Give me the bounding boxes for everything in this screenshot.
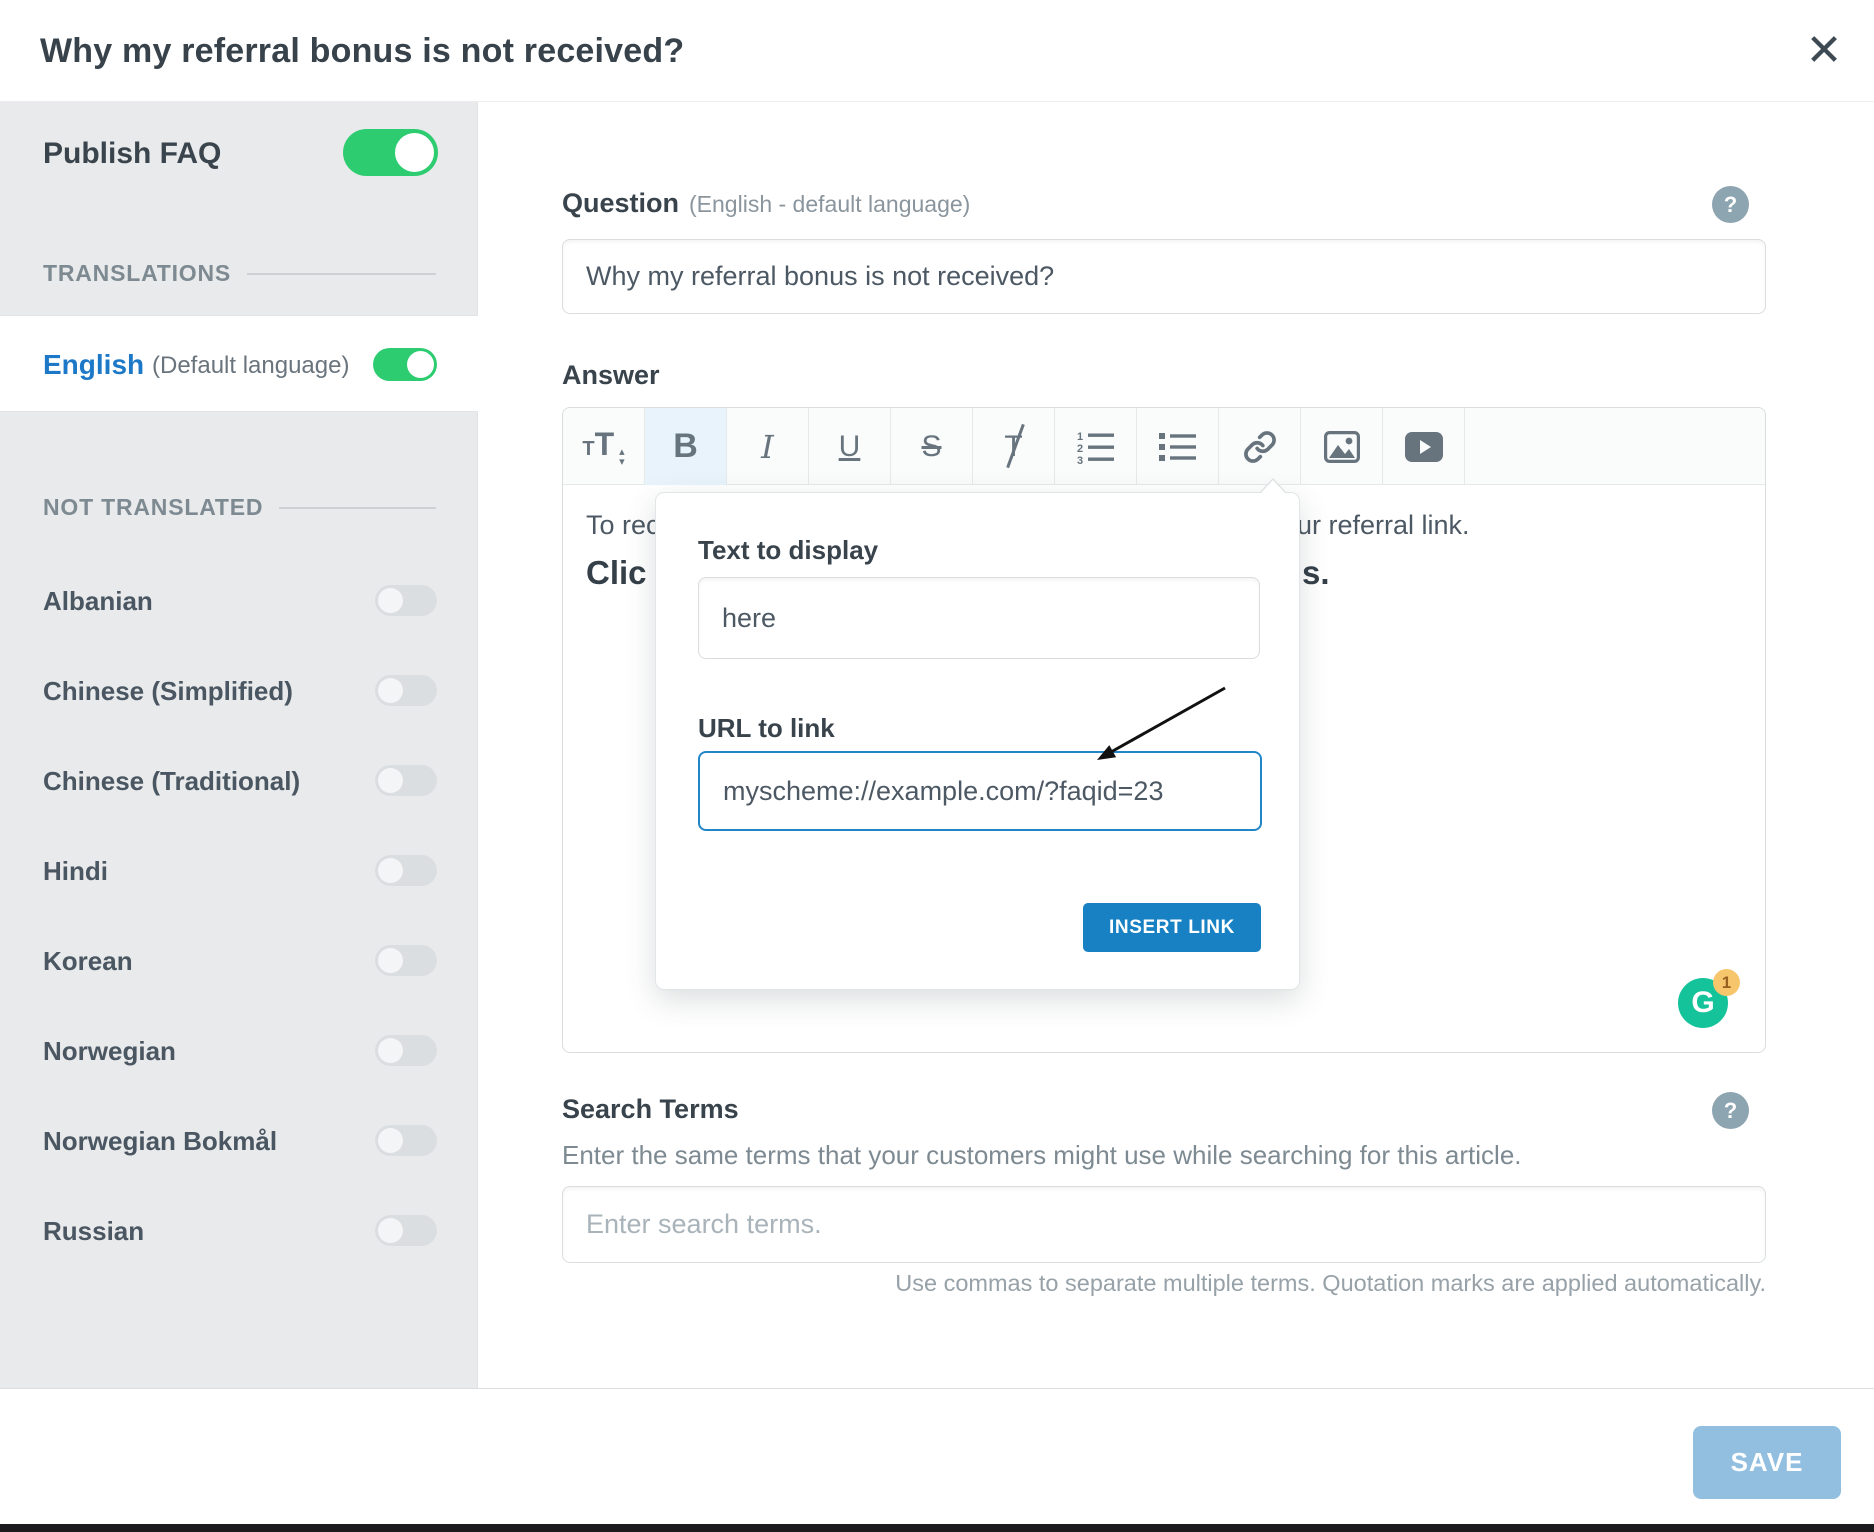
- search-terms-helper-text: Use commas to separate multiple terms. Q…: [562, 1270, 1766, 1297]
- text-to-display-input[interactable]: [698, 577, 1260, 659]
- sidebar-item-norwegian-bokmal[interactable]: Norwegian Bokmål: [0, 1124, 478, 1158]
- publish-faq-row: Publish FAQ: [0, 129, 478, 179]
- svg-text:3: 3: [1077, 455, 1083, 464]
- bold-icon: B: [673, 427, 698, 466]
- close-icon[interactable]: ✕: [1796, 24, 1852, 80]
- sidebar-item-russian[interactable]: Russian: [0, 1214, 478, 1248]
- norwegian-bokmal-toggle[interactable]: [375, 1125, 437, 1156]
- unordered-list-button[interactable]: [1137, 408, 1219, 485]
- text-to-display-label: Text to display: [698, 535, 878, 566]
- toggle-knob: [378, 1128, 403, 1153]
- ordered-list-icon: 1 2 3: [1077, 430, 1115, 464]
- publish-faq-label: Publish FAQ: [43, 129, 221, 179]
- popover-caret: [1260, 480, 1286, 494]
- russian-toggle[interactable]: [375, 1215, 437, 1246]
- grammarly-icon[interactable]: G 1: [1678, 978, 1728, 1028]
- annotation-arrow: [1085, 680, 1235, 775]
- sidebar-item-norwegian[interactable]: Norwegian: [0, 1034, 478, 1068]
- default-language-note: (Default language): [152, 316, 349, 415]
- font-size-button[interactable]: TT ▴▾: [563, 408, 645, 485]
- search-terms-description: Enter the same terms that your customers…: [562, 1140, 1522, 1171]
- sidebar-item-korean[interactable]: Korean: [0, 944, 478, 978]
- sidebar-item-english[interactable]: English (Default language): [0, 315, 478, 412]
- bold-button[interactable]: B: [645, 408, 727, 485]
- hindi-toggle[interactable]: [375, 855, 437, 886]
- svg-text:1: 1: [1077, 431, 1083, 443]
- dialog-title: Why my referral bonus is not received?: [40, 0, 684, 102]
- italic-button[interactable]: I: [727, 408, 809, 485]
- italic-icon: I: [761, 428, 774, 466]
- underline-button[interactable]: U: [809, 408, 891, 485]
- not-translated-section-header: NOT TRANSLATED: [43, 494, 436, 521]
- norwegian-toggle[interactable]: [375, 1035, 437, 1066]
- font-size-icon: TT ▴▾: [582, 426, 624, 467]
- publish-faq-toggle[interactable]: [343, 129, 438, 176]
- answer-label: Answer: [562, 360, 660, 391]
- question-input[interactable]: [562, 239, 1766, 314]
- toggle-knob: [378, 1218, 403, 1243]
- insert-image-button[interactable]: [1301, 408, 1383, 485]
- toggle-knob: [395, 133, 434, 172]
- toggle-knob: [378, 768, 403, 793]
- answer-text-fragment: ur referral link.: [1297, 510, 1470, 541]
- albanian-toggle[interactable]: [375, 585, 437, 616]
- korean-toggle[interactable]: [375, 945, 437, 976]
- translations-sidebar: Publish FAQ TRANSLATIONS English (Defaul…: [0, 102, 478, 1388]
- english-label[interactable]: English: [43, 316, 144, 413]
- insert-link-submit-button[interactable]: INSERT LINK: [1083, 903, 1261, 952]
- window-bottom-edge: [0, 1524, 1874, 1532]
- clear-formatting-button[interactable]: T: [973, 408, 1055, 485]
- divider: [247, 273, 436, 275]
- url-to-link-label: URL to link: [698, 713, 835, 744]
- sidebar-item-hindi[interactable]: Hindi: [0, 854, 478, 888]
- unordered-list-icon: [1159, 432, 1197, 462]
- sidebar-item-chinese-simplified[interactable]: Chinese (Simplified): [0, 674, 478, 708]
- toggle-knob: [378, 678, 403, 703]
- image-icon: [1324, 431, 1360, 463]
- answer-bold-text-fragment: Clic: [586, 554, 647, 592]
- strikethrough-button[interactable]: S: [891, 408, 973, 485]
- faq-editor-dialog: Why my referral bonus is not received? ✕…: [0, 0, 1874, 1532]
- translations-section-header: TRANSLATIONS: [43, 260, 436, 287]
- sidebar-item-albanian[interactable]: Albanian: [0, 584, 478, 618]
- toggle-knob: [378, 858, 403, 883]
- search-terms-input[interactable]: [562, 1186, 1766, 1263]
- chinese-traditional-toggle[interactable]: [375, 765, 437, 796]
- grammarly-badge: 1: [1713, 969, 1740, 996]
- question-label: Question(English - default language): [562, 188, 970, 219]
- toggle-knob: [378, 948, 403, 973]
- insert-video-button[interactable]: [1383, 408, 1465, 485]
- video-icon: [1405, 432, 1443, 462]
- search-terms-help-icon[interactable]: ?: [1712, 1092, 1749, 1129]
- strikethrough-icon: S: [921, 430, 941, 464]
- search-terms-label: Search Terms: [562, 1094, 739, 1125]
- svg-text:2: 2: [1077, 443, 1083, 455]
- ordered-list-button[interactable]: 1 2 3: [1055, 408, 1137, 485]
- dialog-header: Why my referral bonus is not received? ✕: [0, 0, 1874, 102]
- dialog-footer: SAVE: [0, 1388, 1874, 1532]
- divider: [279, 507, 436, 509]
- toggle-knob: [407, 351, 434, 378]
- chinese-simplified-toggle[interactable]: [375, 675, 437, 706]
- underline-icon: U: [839, 430, 861, 464]
- editor-toolbar: TT ▴▾ B I U S T 1 2: [563, 408, 1765, 485]
- question-language-note: (English - default language): [689, 191, 970, 217]
- link-icon: [1243, 430, 1277, 464]
- save-button[interactable]: SAVE: [1693, 1426, 1841, 1499]
- question-help-icon[interactable]: ?: [1712, 186, 1749, 223]
- answer-bold-text-fragment: s.: [1302, 554, 1330, 592]
- answer-text-fragment: To rec: [586, 510, 660, 541]
- toggle-knob: [378, 1038, 403, 1063]
- toggle-knob: [378, 588, 403, 613]
- english-toggle[interactable]: [373, 348, 437, 381]
- sidebar-item-chinese-traditional[interactable]: Chinese (Traditional): [0, 764, 478, 798]
- insert-link-button[interactable]: [1219, 408, 1301, 485]
